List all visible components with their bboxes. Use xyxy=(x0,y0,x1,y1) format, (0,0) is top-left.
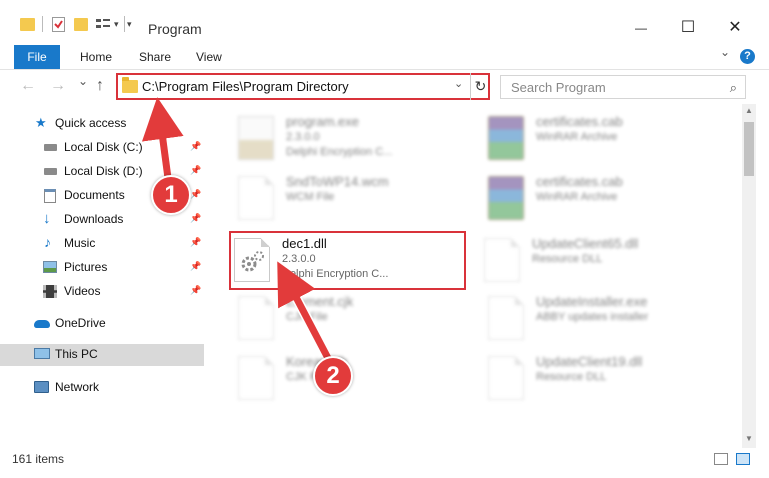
annotation-arrows xyxy=(141,97,335,365)
callout-1: 1 xyxy=(151,175,191,215)
arrow-1-shaft xyxy=(141,97,184,179)
callout-2: 2 xyxy=(313,356,353,396)
arrow-2-shaft xyxy=(277,261,334,364)
